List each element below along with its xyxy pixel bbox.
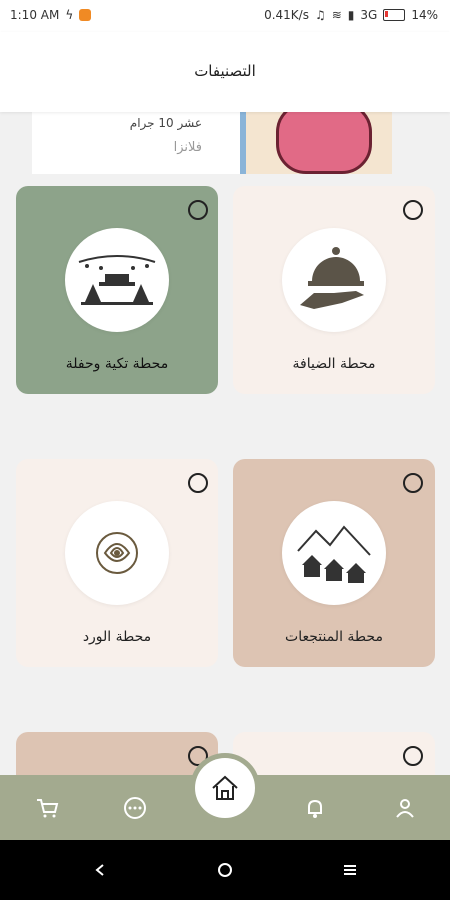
banner-image: [240, 112, 392, 174]
party-tent-icon: [65, 228, 169, 332]
chalets-icon: [282, 501, 386, 605]
category-card-hospitality[interactable]: محطة الضيافة: [233, 186, 435, 394]
category-card-resorts[interactable]: محطة المنتجعات: [233, 459, 435, 667]
status-network: 3G: [360, 8, 378, 22]
select-radio[interactable]: [403, 746, 423, 766]
chat-icon[interactable]: [120, 793, 150, 823]
app-header: التصنيفات: [0, 32, 450, 112]
brain-icon: [276, 112, 372, 174]
rose-icon: [65, 501, 169, 605]
notification-icon: [79, 9, 92, 21]
status-bar: 1:10 AM ϟ 0.41K/s ♫ ≋ ▮ 3G 14%: [0, 0, 450, 32]
status-right: 0.41K/s ♫ ≋ ▮ 3G 14%: [264, 8, 438, 22]
category-label: محطة الورد: [82, 629, 152, 645]
select-radio[interactable]: [403, 473, 423, 493]
cart-icon[interactable]: [32, 793, 62, 823]
category-card-flowers[interactable]: محطة الورد: [16, 459, 218, 667]
status-time: 1:10 AM: [10, 8, 60, 22]
battery-icon: [383, 9, 406, 21]
featured-banner[interactable]: عشر 10 جرام فلانزا: [32, 112, 392, 174]
wifi-icon: ≋: [331, 8, 342, 22]
category-label: محطة تكية وحفلة: [65, 356, 169, 372]
home-icon: [195, 758, 255, 818]
bell-icon[interactable]: [300, 793, 330, 823]
category-card-party[interactable]: محطة تكية وحفلة: [16, 186, 218, 394]
banner-name: فلانزا: [173, 140, 202, 155]
status-battery: 14%: [411, 8, 438, 22]
select-radio[interactable]: [403, 200, 423, 220]
category-label: محطة الضيافة: [292, 356, 376, 372]
status-left: 1:10 AM ϟ: [10, 8, 92, 22]
usb-icon: ϟ: [65, 8, 74, 22]
page-title: التصنيفات: [194, 62, 256, 80]
banner-subtitle: عشر 10 جرام: [129, 116, 202, 130]
select-radio[interactable]: [188, 473, 208, 493]
recents-icon[interactable]: [338, 858, 362, 882]
select-radio[interactable]: [188, 200, 208, 220]
headphones-icon: ♫: [314, 8, 326, 22]
status-speed: 0.41K/s: [264, 8, 309, 22]
category-label: محطة المنتجعات: [285, 629, 383, 645]
food-cloche-icon: [282, 228, 386, 332]
back-icon[interactable]: [88, 858, 112, 882]
system-nav-bar: [0, 840, 450, 900]
home-system-icon[interactable]: [213, 858, 237, 882]
profile-icon[interactable]: [390, 793, 420, 823]
signal-icon: ▮: [347, 8, 355, 22]
home-button[interactable]: [190, 753, 260, 823]
